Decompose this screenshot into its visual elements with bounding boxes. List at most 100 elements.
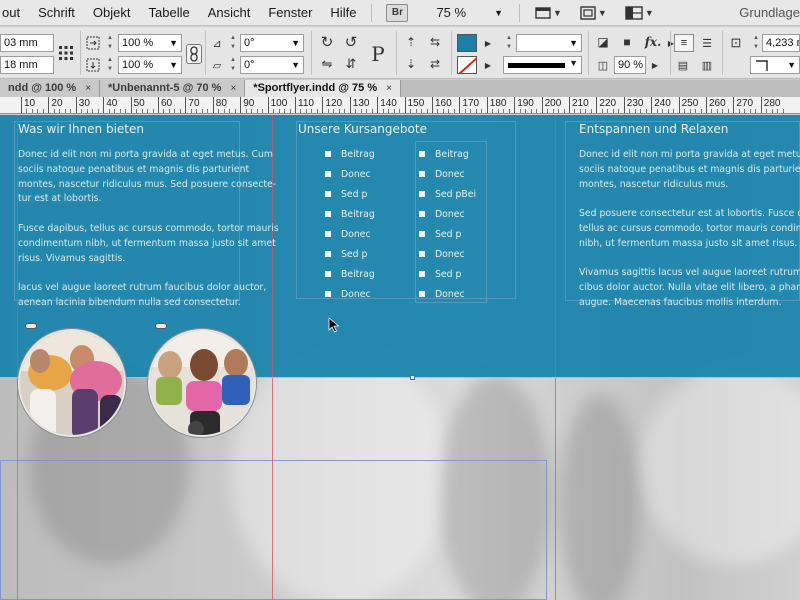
rotate-stepper[interactable]: ▲ ▼ [229, 34, 237, 52]
ruler-minor-tick [316, 109, 318, 113]
align-center-icon[interactable]: ☰ [698, 34, 716, 52]
spacing-stepper[interactable]: ▲ ▼ [752, 34, 760, 52]
scale-x-stepper[interactable]: ▲ ▼ [106, 34, 114, 52]
heading-col3[interactable]: Entspannen und Relaxen [579, 122, 728, 136]
stroke-none-swatch[interactable] [457, 56, 477, 74]
list-item-label: Sed p [341, 248, 368, 260]
list-item-label: Sed pBei [435, 188, 477, 200]
frame-handle[interactable] [410, 375, 415, 380]
select-previous-object-icon[interactable]: ⇆ [426, 33, 444, 51]
stroke-weight-dropdown[interactable]: ▼ [516, 34, 582, 52]
align-left-icon[interactable]: ▤ [674, 56, 692, 74]
reference-point-icon[interactable] [57, 44, 75, 62]
scale-y-dropdown[interactable]: 100 % ▼ [118, 56, 182, 74]
align-justify-button[interactable]: ≡ [674, 34, 694, 52]
ruler-major-tick [706, 97, 707, 113]
bridge-button[interactable]: Br [386, 3, 409, 22]
scale-y-stepper[interactable]: ▲ ▼ [106, 56, 114, 74]
document-canvas[interactable]: Was wir Ihnen bieten Donec id elit non m… [0, 115, 800, 600]
constrain-proportions-button[interactable] [186, 44, 202, 64]
select-content-icon[interactable]: ⇣ [402, 55, 420, 73]
heading-col2[interactable]: Unsere Kursangebote [298, 122, 427, 136]
link-badge-icon[interactable] [25, 323, 37, 329]
chain-link-icon [190, 46, 198, 62]
arrange-documents-button[interactable]: ▼ [625, 5, 654, 20]
chevron-right-icon[interactable]: ▶ [479, 34, 497, 52]
select-container-icon[interactable]: ⇡ [402, 33, 420, 51]
view-options-button[interactable]: ▼ [535, 6, 562, 20]
bullet-square-icon [419, 191, 425, 197]
effects-button[interactable]: fx. [642, 33, 664, 51]
tab-document-1[interactable]: ndd @ 100 % × [0, 80, 101, 97]
corner-options-dropdown[interactable]: ▼ [750, 56, 800, 74]
tab-document-2[interactable]: *Unbenannt-5 @ 70 % × [100, 80, 246, 97]
stroke-weight-stepper[interactable]: ▲ ▼ [505, 34, 513, 52]
shear-stepper[interactable]: ▲ ▼ [229, 56, 237, 74]
close-icon[interactable]: × [386, 80, 392, 97]
menu-hilfe[interactable]: Hilfe [321, 0, 365, 26]
ruler-minor-tick [26, 109, 28, 113]
horizontal-ruler[interactable]: 10 20 30 40 50 60 70 80 90 100 110 120 130 140 150 160 1… [0, 97, 800, 114]
stroke-type-dropdown[interactable]: ▼ [503, 56, 582, 74]
menu-fenster[interactable]: Fenster [259, 0, 321, 26]
text-direction-p-icon[interactable]: P [364, 39, 392, 69]
menu-ansicht[interactable]: Ansicht [199, 0, 260, 26]
shadow-toggle-icon[interactable]: ■ [618, 33, 636, 51]
spacing-field[interactable]: 4,233 m [762, 34, 800, 52]
bullet-square-icon [325, 211, 331, 217]
scale-x-dropdown[interactable]: 100 % ▼ [118, 34, 182, 52]
ruler-minor-tick [629, 109, 631, 113]
ruler-minor-tick [777, 109, 779, 113]
paragraph: Vivamus sagittis lacus vel augue laoreet… [579, 266, 800, 310]
ruler-label: 80 [215, 98, 227, 109]
body-text-col3[interactable]: Donec id elit non mi porta gravida at eg… [579, 148, 800, 326]
ruler-minor-tick [437, 109, 439, 113]
menu-tabelle[interactable]: Tabelle [140, 0, 199, 26]
menu-schrift[interactable]: Schrift [29, 0, 84, 26]
tab-document-active[interactable]: *Sportflyer.indd @ 75 % × [245, 80, 401, 97]
rotate-clockwise-icon[interactable]: ↻ [318, 33, 336, 51]
workspace-switcher[interactable]: Grundlage [739, 5, 800, 20]
shear-angle-dropdown[interactable]: 0° ▼ [240, 56, 304, 74]
flip-vertical-icon[interactable]: ⇵ [342, 55, 360, 73]
zoom-level-dropdown[interactable]: 75 % ▼ [436, 5, 503, 20]
link-badge-icon[interactable] [155, 323, 167, 329]
fill-color-swatch[interactable] [457, 34, 477, 52]
ruler-minor-tick [223, 109, 225, 113]
ruler-minor-tick [59, 109, 61, 113]
ruler-minor-tick [470, 109, 472, 113]
body-text-col1[interactable]: Donec id elit non mi porta gravida at eg… [18, 148, 279, 326]
close-icon[interactable]: × [230, 80, 236, 97]
rotate-angle-dropdown[interactable]: 0° ▼ [240, 34, 304, 52]
opacity-field[interactable]: 90 % [614, 56, 646, 74]
chevron-right-icon[interactable]: ▶ [479, 56, 497, 74]
image-frame[interactable] [0, 460, 547, 600]
ruler-label: 190 [517, 98, 534, 109]
flip-horizontal-icon[interactable]: ⇋ [318, 55, 336, 73]
close-icon[interactable]: × [85, 80, 91, 97]
x-position-field[interactable]: 03 mm [0, 34, 54, 52]
bullet-square-icon [325, 231, 331, 237]
text-line: sociis natoque penatibus et magnis dis p… [579, 163, 800, 175]
text-line: Vivamus sagittis lacus vel augue laoreet… [579, 267, 800, 279]
rotate-counterclockwise-icon[interactable]: ↺ [342, 33, 360, 51]
heading-col1[interactable]: Was wir Ihnen bieten [18, 122, 144, 136]
menu-layout[interactable]: out [0, 0, 29, 26]
chevron-right-icon[interactable]: ▶ [646, 56, 664, 74]
align-right-icon[interactable]: ▥ [698, 56, 716, 74]
shear-angle-value: 0° [244, 59, 255, 71]
fitness-photo-circle-2[interactable] [148, 329, 256, 437]
course-list-b[interactable]: Beitrag Donec Sed pBei Donec Sed p Donec… [419, 144, 476, 304]
document-tabs: ndd @ 100 % × *Unbenannt-5 @ 70 % × *Sport… [0, 80, 800, 97]
ruler-minor-tick [64, 109, 66, 113]
select-next-object-icon[interactable]: ⇄ [426, 55, 444, 73]
ruler-minor-tick [716, 109, 718, 113]
screen-mode-button[interactable]: ▼ [580, 5, 607, 20]
y-position-field[interactable]: 18 mm [0, 56, 54, 74]
drop-shadow-icon[interactable]: ◪ [594, 33, 612, 51]
menu-objekt[interactable]: Objekt [84, 0, 140, 26]
bullet-square-icon [419, 211, 425, 217]
fitness-photo-circle-1[interactable] [18, 329, 126, 437]
course-list-a[interactable]: Beitrag Donec Sed p Beitrag Donec Sed p … [325, 144, 375, 304]
ruler-major-tick [678, 97, 680, 113]
